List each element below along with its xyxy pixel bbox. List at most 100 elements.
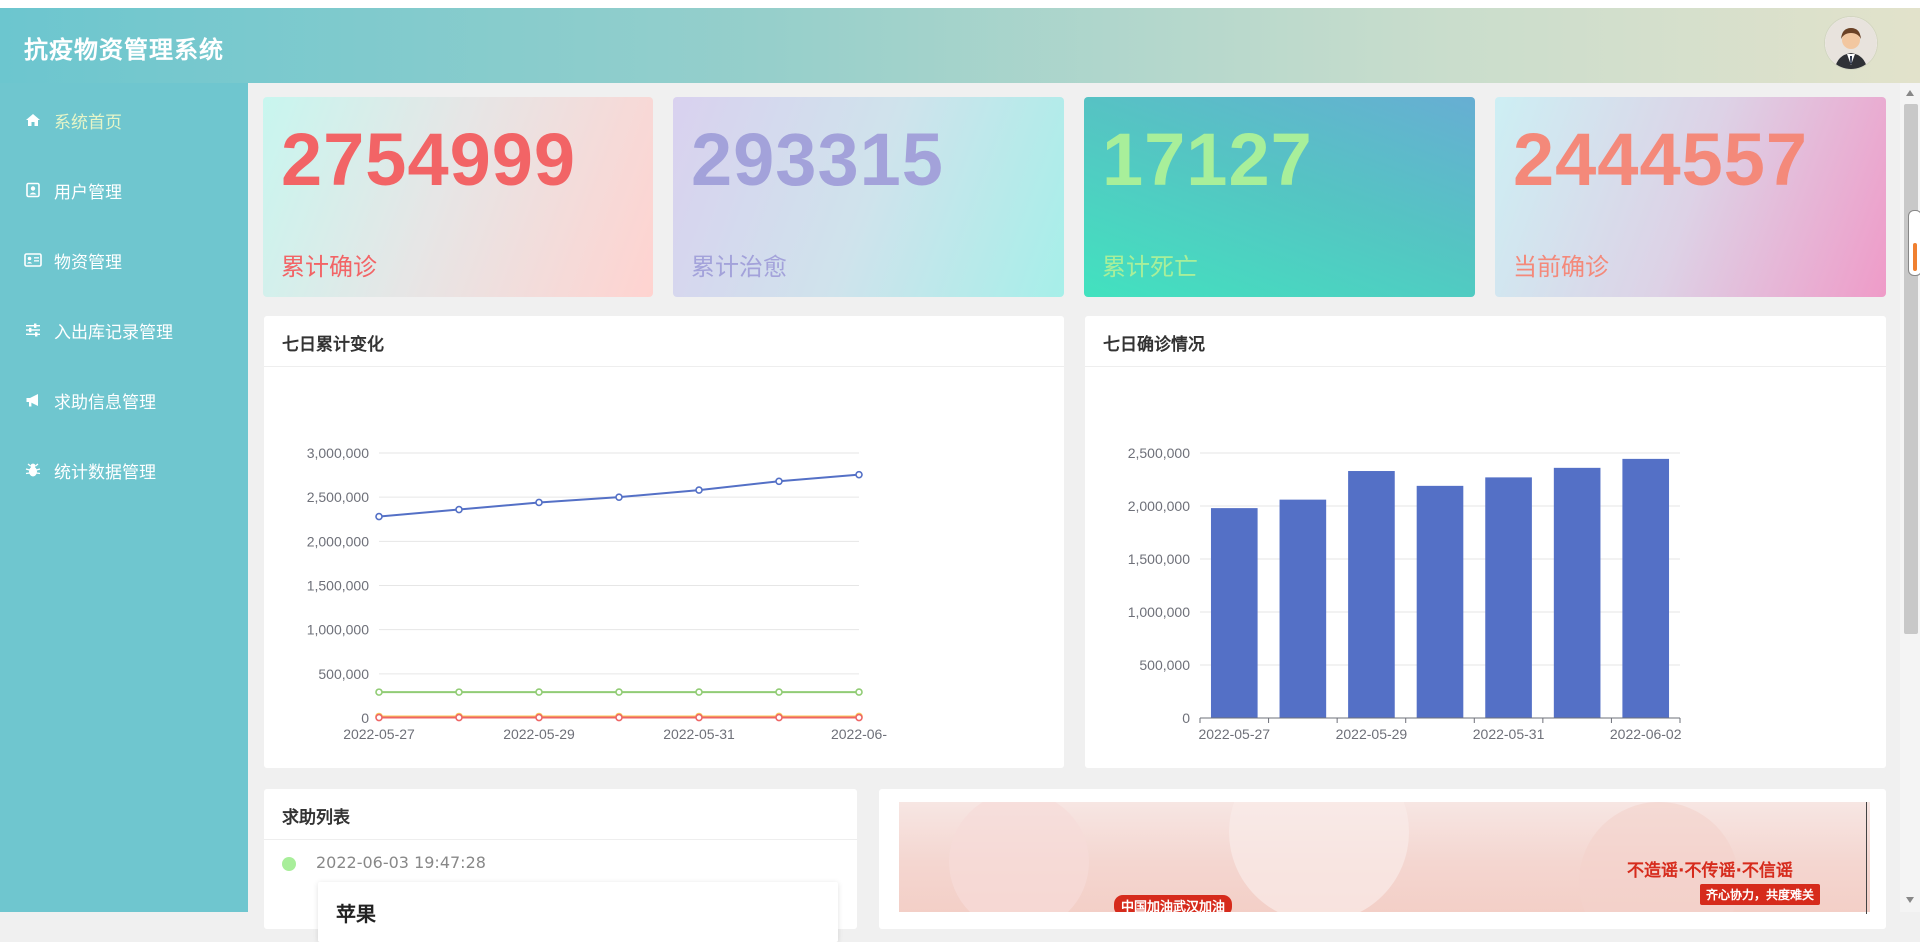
main-content: 2754999 累计确诊 293315 累计治愈 17127 累计死亡 2444…	[248, 83, 1900, 912]
data-point	[536, 715, 542, 721]
y-tick-label: 1,000,000	[307, 622, 369, 638]
y-tick-label: 500,000	[1139, 657, 1190, 673]
id-card-icon	[24, 251, 42, 269]
data-point	[696, 689, 702, 695]
sidebar-item-label: 统计数据管理	[54, 458, 156, 483]
bar	[1417, 486, 1464, 718]
y-tick-label: 0	[1182, 710, 1190, 726]
scroll-indicator	[1908, 210, 1920, 276]
scroll-indicator-fill	[1913, 243, 1917, 271]
help-item-title: 苹果	[336, 898, 376, 927]
data-point	[376, 715, 382, 721]
help-item-card[interactable]: 苹果	[318, 882, 838, 942]
bar-chart-panel: 七日确诊情况 0500,0001,000,0001,500,0002,000,0…	[1085, 316, 1886, 768]
stat-card-total-confirmed: 2754999 累计确诊	[263, 97, 653, 297]
y-tick-label: 1,500,000	[1128, 551, 1190, 567]
stat-card-total-deaths: 17127 累计死亡	[1084, 97, 1475, 297]
sidebar-item-label: 物资管理	[54, 248, 122, 273]
line-chart-panel: 七日累计变化 0500,0001,000,0001,500,0002,000,0…	[264, 316, 1064, 768]
scrollbar-thumb[interactable]	[1904, 104, 1918, 634]
data-point	[856, 715, 862, 721]
sidebar-item-label: 入出库记录管理	[54, 318, 173, 343]
line-chart: 0500,0001,000,0001,500,0002,000,0002,500…	[264, 316, 1064, 768]
data-point	[456, 507, 462, 513]
sidebar-item-home[interactable]: 系统首页	[0, 100, 248, 140]
data-point	[456, 689, 462, 695]
data-point	[536, 499, 542, 505]
x-tick-label: 2022-05-31	[1473, 726, 1545, 742]
stat-value: 2754999	[281, 117, 576, 202]
stat-label: 当前确诊	[1513, 247, 1609, 282]
help-list-panel: 求助列表 2022-06-03 19:47:28 苹果	[264, 789, 857, 929]
sidebar-item-statistics[interactable]: 统计数据管理	[0, 450, 248, 490]
y-tick-label: 2,000,000	[307, 533, 369, 549]
bar	[1348, 471, 1395, 718]
x-tick-label: 2022-05-31	[663, 726, 735, 742]
header-bar: 抗疫物资管理系统	[0, 8, 1920, 83]
top-strip	[0, 0, 1920, 8]
stat-value: 17127	[1102, 117, 1313, 202]
panel-divider	[264, 839, 857, 840]
bar	[1485, 477, 1532, 718]
scroll-down-arrow-icon[interactable]	[1904, 895, 1916, 905]
vertical-scrollbar[interactable]	[1900, 83, 1920, 912]
app-title: 抗疫物资管理系统	[24, 30, 224, 65]
data-point	[696, 715, 702, 721]
data-point	[776, 689, 782, 695]
timeline-dot	[282, 857, 296, 871]
scroll-up-arrow-icon[interactable]	[1904, 88, 1916, 98]
home-icon	[24, 111, 42, 129]
x-tick-label: 2022-06-	[831, 726, 887, 742]
data-point	[376, 514, 382, 520]
avatar-icon	[1825, 17, 1877, 69]
bar	[1554, 468, 1601, 718]
x-tick-label: 2022-05-27	[1198, 726, 1270, 742]
bug-icon	[24, 461, 42, 479]
stat-value: 2444557	[1513, 117, 1808, 202]
stat-label: 累计死亡	[1102, 247, 1198, 282]
bar	[1211, 508, 1258, 718]
banner-slogan-sub: 齐心协力，共度难关	[1700, 884, 1820, 905]
data-point	[776, 715, 782, 721]
stat-label: 累计确诊	[281, 247, 377, 282]
y-tick-label: 500,000	[318, 666, 369, 682]
y-tick-label: 0	[361, 710, 369, 726]
sidebar-item-label: 求助信息管理	[54, 388, 156, 413]
sidebar: 系统首页 用户管理 物资管理 入出库记录管理 求助信息管理 统计数据管理	[0, 83, 248, 912]
y-tick-label: 1,000,000	[1128, 604, 1190, 620]
sidebar-item-stock-records[interactable]: 入出库记录管理	[0, 310, 248, 350]
data-point	[536, 689, 542, 695]
y-tick-label: 1,500,000	[307, 578, 369, 594]
data-point	[776, 478, 782, 484]
panel-title: 求助列表	[282, 803, 350, 828]
sidebar-item-label: 用户管理	[54, 178, 122, 203]
sliders-icon	[24, 321, 42, 339]
y-tick-label: 2,500,000	[1128, 445, 1190, 461]
sidebar-item-help-info[interactable]: 求助信息管理	[0, 380, 248, 420]
user-avatar[interactable]	[1825, 17, 1877, 69]
bar	[1622, 459, 1669, 718]
stat-value: 293315	[691, 117, 944, 202]
data-point	[616, 494, 622, 500]
y-tick-label: 3,000,000	[307, 445, 369, 461]
banner-border	[1866, 802, 1867, 914]
user-card-icon	[24, 181, 42, 199]
x-tick-label: 2022-05-29	[1336, 726, 1408, 742]
bar	[1280, 500, 1327, 718]
data-point	[696, 487, 702, 493]
sidebar-item-users[interactable]: 用户管理	[0, 170, 248, 210]
banner-slogan-left: 中国加油武汉加油	[1114, 895, 1232, 912]
data-point	[616, 689, 622, 695]
megaphone-icon	[24, 391, 42, 409]
data-point	[856, 472, 862, 478]
data-point	[616, 715, 622, 721]
stat-card-total-recovered: 293315 累计治愈	[673, 97, 1064, 297]
help-item-time: 2022-06-03 19:47:28	[316, 853, 486, 872]
sidebar-item-supplies[interactable]: 物资管理	[0, 240, 248, 280]
x-tick-label: 2022-05-29	[503, 726, 575, 742]
x-tick-label: 2022-05-27	[343, 726, 415, 742]
banner-slogan-main: 不造谣·不传谣·不信谣	[1627, 856, 1793, 881]
bar-chart: 0 500,000 1,000,000 1,500,000 2,000,000 2,500…	[1085, 316, 1886, 768]
stat-card-current-confirmed: 2444557 当前确诊	[1495, 97, 1886, 297]
y-tick-label: 2,000,000	[1128, 498, 1190, 514]
